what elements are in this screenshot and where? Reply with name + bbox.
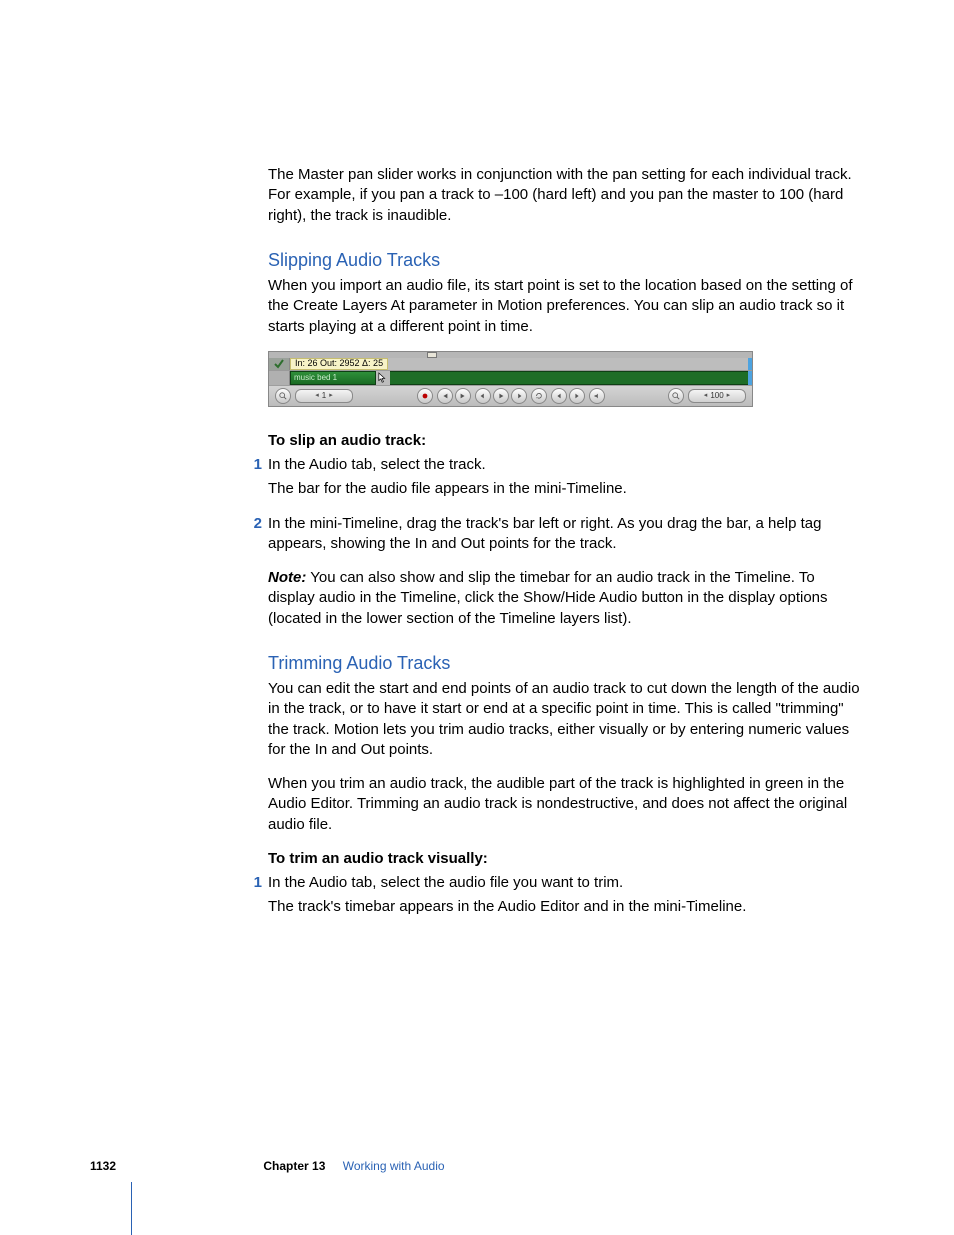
chevron-right-icon: ▸ (727, 392, 731, 399)
zoom-icon (275, 388, 291, 404)
frame-field-right: ◂ 100 ▸ (688, 389, 746, 403)
step-back-icon (475, 388, 491, 404)
note-paragraph: Note: You can also show and slip the tim… (268, 568, 863, 629)
step-note: The bar for the audio file appears in th… (268, 479, 863, 499)
prev-marker-icon (551, 388, 567, 404)
mute-icon (589, 388, 605, 404)
howto-heading-trim: To trim an audio track visually: (268, 849, 863, 869)
timeline-screenshot: In: 26 Out: 2952 Δ: 25 music bed 1 ◂ 1 (268, 351, 753, 407)
step-item: 2 In the mini-Timeline, drag the track's… (268, 514, 863, 555)
step-number: 1 (244, 873, 262, 893)
page-footer: 1132 Chapter 13 Working with Audio (90, 1158, 860, 1174)
help-tag: In: 26 Out: 2952 Δ: 25 (290, 358, 388, 370)
page-number: 1132 (90, 1158, 260, 1174)
next-marker-icon (569, 388, 585, 404)
chapter-title: Working with Audio (343, 1159, 445, 1173)
chevron-left-icon: ◂ (315, 392, 319, 399)
zoom-icon-right (668, 388, 684, 404)
note-text: You can also show and slip the timebar f… (268, 569, 828, 627)
step-item: 1 In the Audio tab, select the audio fil… (268, 873, 863, 893)
step-text: In the Audio tab, select the track. (268, 455, 863, 475)
frame-value-left: 1 (322, 392, 326, 400)
section2-paragraph2: When you trim an audio track, the audibl… (268, 774, 863, 835)
section2-paragraph1: You can edit the start and end points of… (268, 679, 863, 760)
step-note: The track's timebar appears in the Audio… (268, 897, 863, 917)
howto-heading-slip: To slip an audio track: (268, 431, 863, 451)
footer-rule (131, 1182, 132, 1235)
clip-remainder (390, 371, 748, 385)
chevron-left-icon: ◂ (704, 392, 708, 399)
go-to-start-icon (437, 388, 453, 404)
step-item: 1 In the Audio tab, select the track. (268, 455, 863, 475)
frame-field-left: ◂ 1 ▸ (295, 389, 353, 403)
out-point-marker (748, 358, 752, 370)
step-forward-icon (511, 388, 527, 404)
audio-clip: music bed 1 (290, 371, 376, 385)
clip-end-marker (748, 371, 752, 385)
step-text: In the Audio tab, select the audio file … (268, 873, 863, 893)
intro-paragraph: The Master pan slider works in conjuncti… (268, 165, 863, 226)
go-to-end-icon (455, 388, 471, 404)
chapter-label: Chapter 13 (263, 1159, 325, 1173)
frame-value-right: 100 (710, 392, 723, 400)
cursor-icon (376, 371, 390, 385)
track-enable-icon (269, 358, 290, 370)
playhead-marker (427, 352, 437, 358)
record-button-icon (417, 388, 433, 404)
loop-icon (531, 388, 547, 404)
track-spacer (269, 371, 290, 385)
note-label: Note: (268, 569, 306, 586)
section-heading-slipping: Slipping Audio Tracks (268, 248, 863, 272)
step-text: In the mini-Timeline, drag the track's b… (268, 514, 863, 555)
section1-paragraph: When you import an audio file, its start… (268, 276, 863, 337)
step-number: 1 (244, 455, 262, 475)
section-heading-trimming: Trimming Audio Tracks (268, 651, 863, 675)
chevron-right-icon: ▸ (329, 392, 333, 399)
play-icon (493, 388, 509, 404)
step-number: 2 (244, 514, 262, 534)
